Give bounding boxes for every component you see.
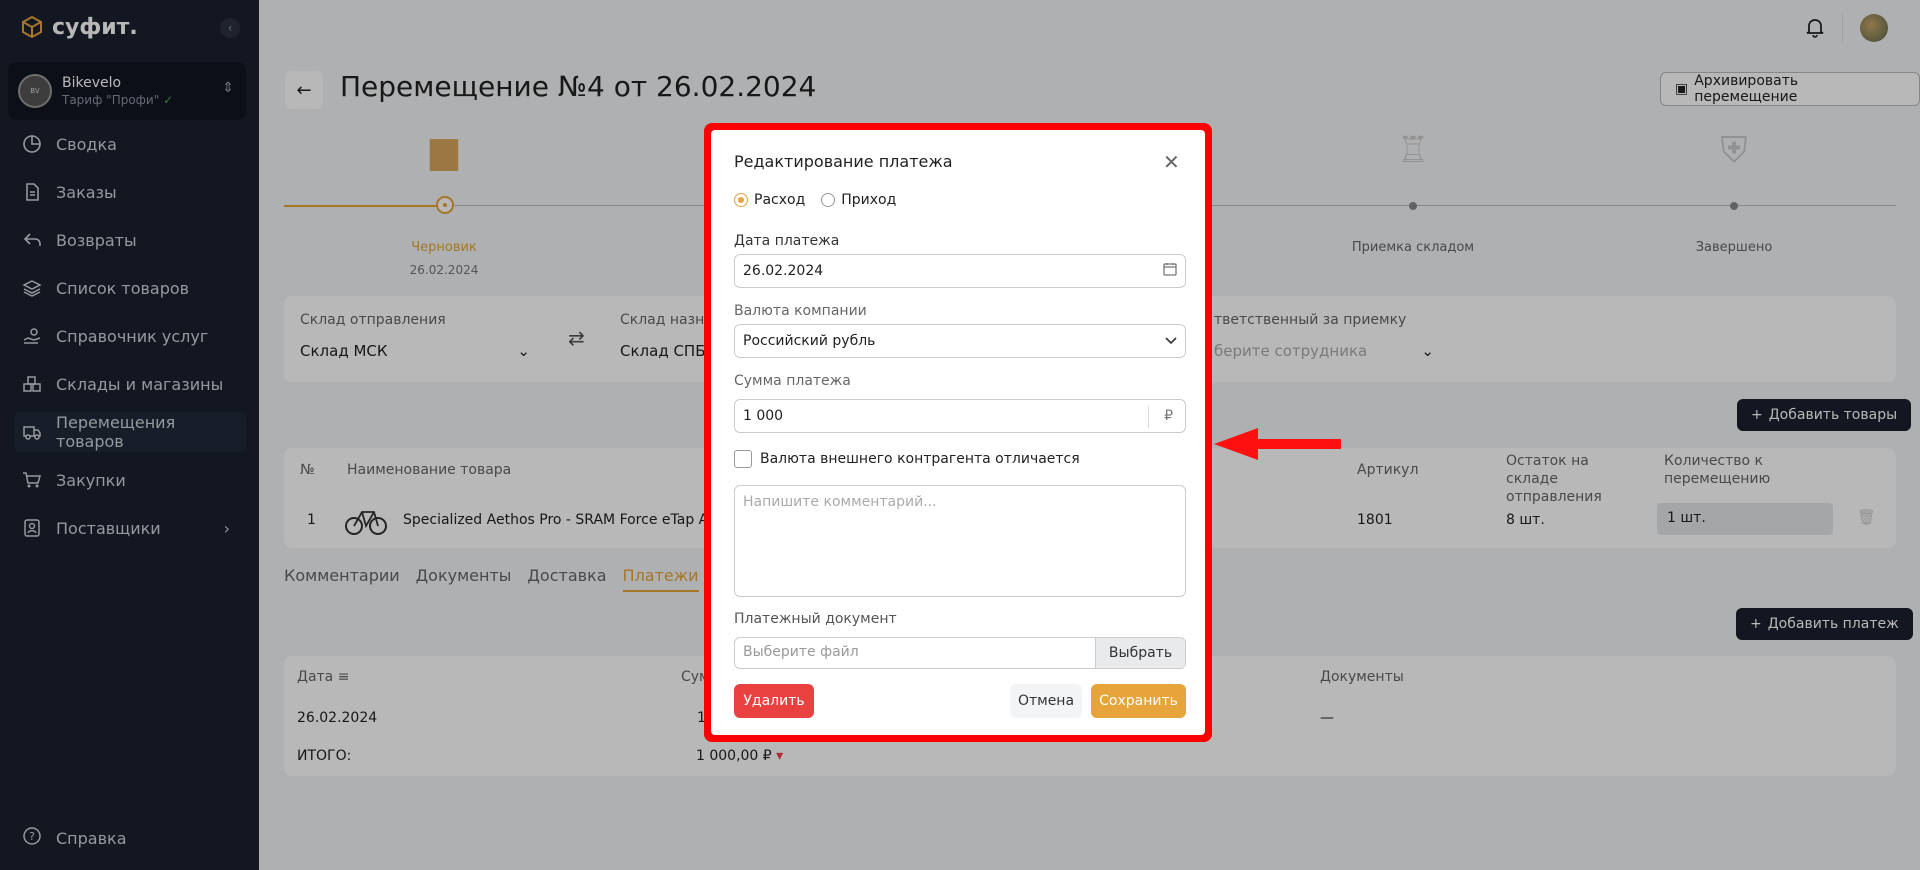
payment-date-input[interactable]: 26.02.2024 xyxy=(734,254,1186,288)
annotation-arrow-icon xyxy=(1214,428,1341,460)
payment-type-radio-group: Расход Приход xyxy=(734,192,896,208)
modal-title: Редактирование платежа xyxy=(734,152,953,171)
radio-checked xyxy=(734,193,748,207)
radio-unchecked xyxy=(821,193,836,207)
file-placeholder[interactable]: Выберите файл xyxy=(735,638,1095,668)
date-label: Дата платежа xyxy=(734,233,840,249)
choose-file-button[interactable]: Выбрать xyxy=(1095,638,1185,668)
file-picker[interactable]: Выберите файл Выбрать xyxy=(734,637,1186,669)
amount-label: Сумма платежа xyxy=(734,373,851,389)
input-divider xyxy=(1148,406,1149,428)
calendar-icon[interactable] xyxy=(1163,262,1177,280)
comment-textarea[interactable]: Напишите комментарий... xyxy=(734,485,1186,597)
radio-income[interactable]: Приход xyxy=(821,192,896,208)
chevron-down-icon xyxy=(1165,333,1177,349)
amount-input[interactable]: 1 000 ₽ xyxy=(734,399,1186,433)
foreign-currency-checkbox[interactable]: Валюта внешнего контрагента отличается xyxy=(734,450,1080,468)
currency-label: Валюта компании xyxy=(734,303,867,319)
save-button[interactable]: Сохранить xyxy=(1091,684,1186,718)
close-icon[interactable]: ✕ xyxy=(1163,150,1180,174)
currency-select[interactable]: Российский рубль xyxy=(734,324,1186,358)
edit-payment-modal: Редактирование платежа ✕ Расход Приход Д… xyxy=(711,130,1205,735)
payment-document-label: Платежный документ xyxy=(734,611,897,627)
delete-button[interactable]: Удалить xyxy=(734,684,814,718)
currency-symbol: ₽ xyxy=(1164,408,1173,424)
checkbox-box[interactable] xyxy=(734,450,752,468)
radio-expense[interactable]: Расход xyxy=(734,192,805,208)
cancel-button[interactable]: Отмена xyxy=(1010,684,1082,718)
